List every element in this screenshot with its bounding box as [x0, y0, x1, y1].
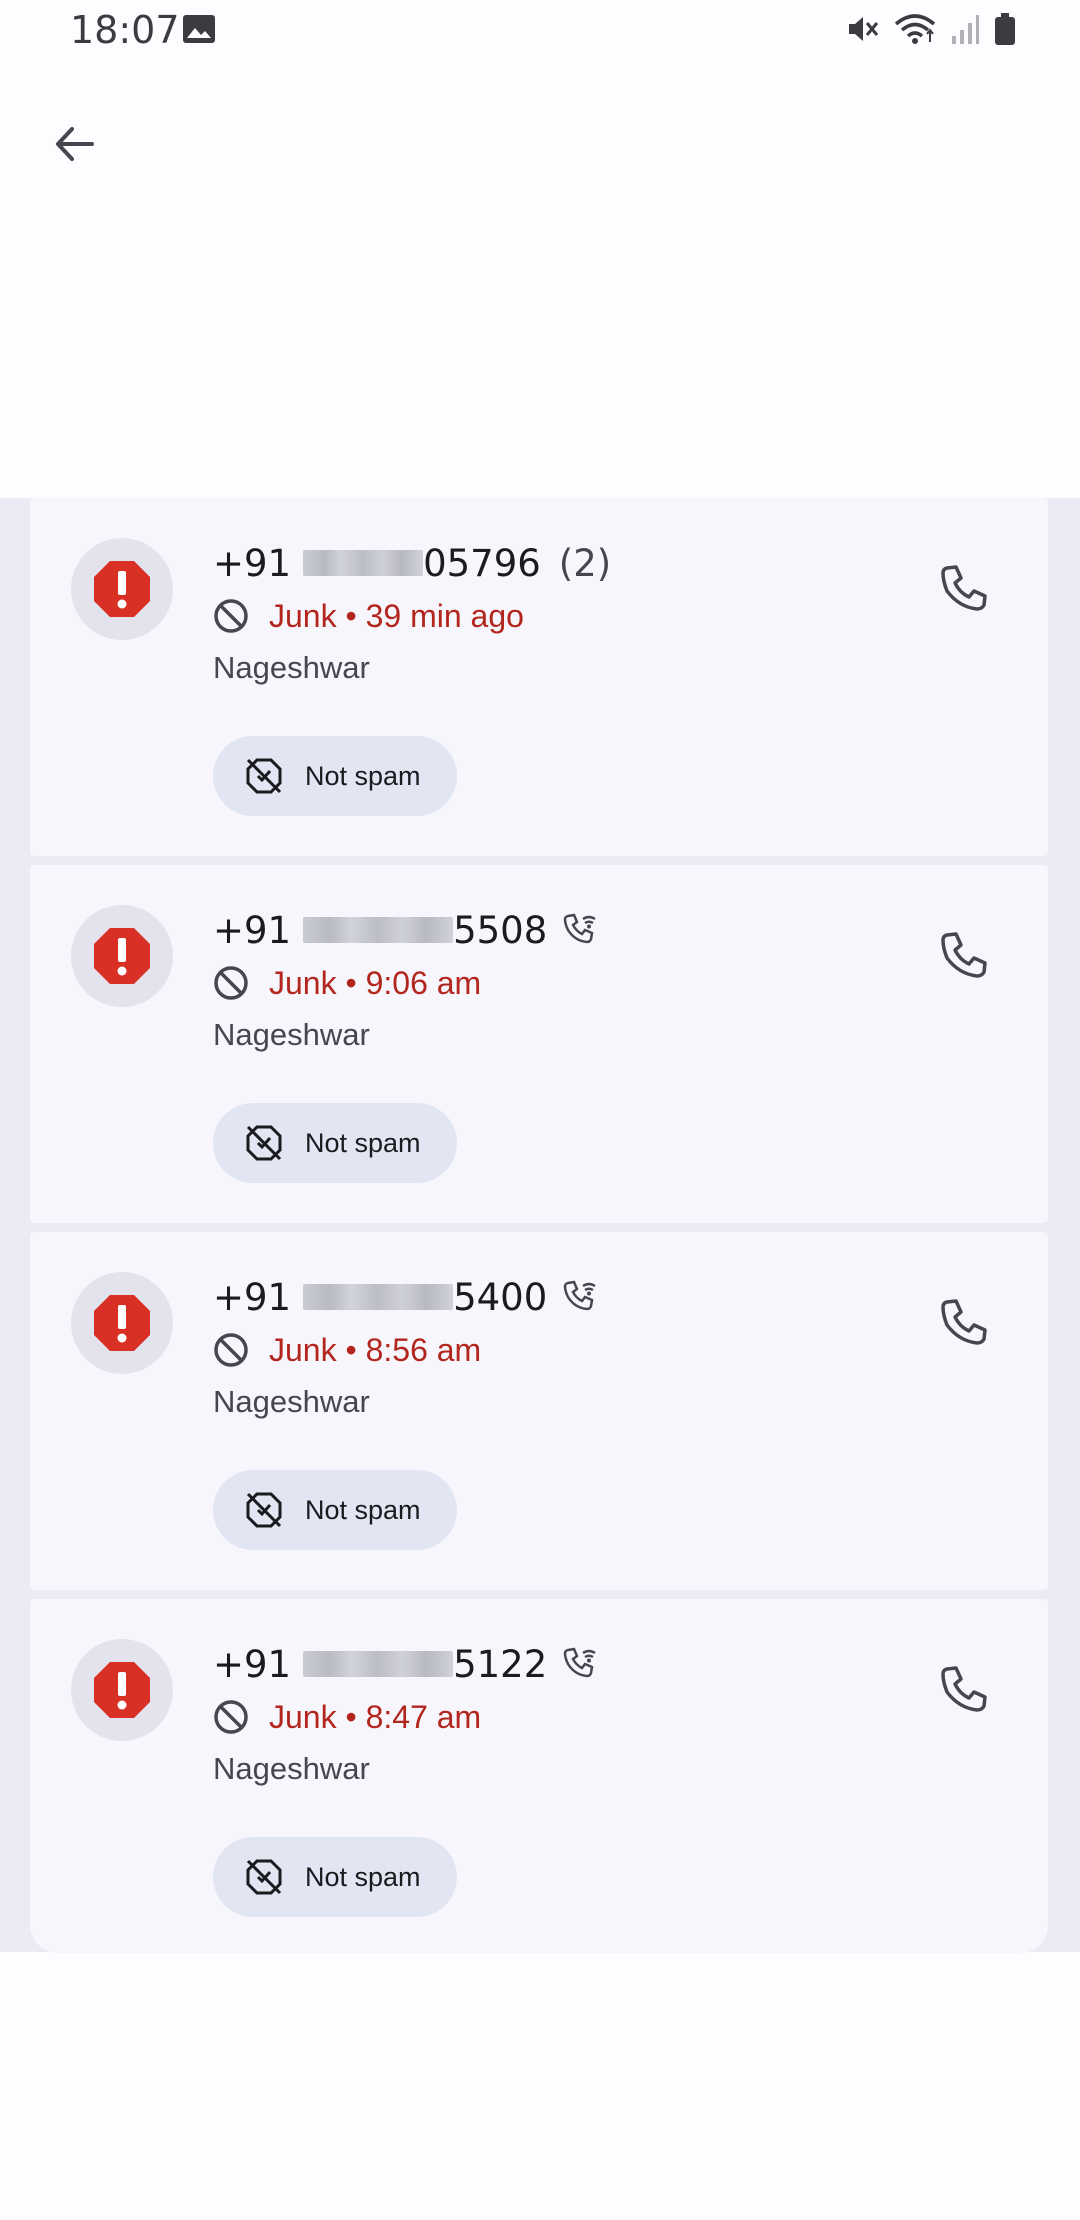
- number-prefix: +91: [213, 908, 292, 952]
- separator: •: [345, 964, 357, 1001]
- spam-avatar: [71, 905, 173, 1007]
- number-suffix: 5122: [453, 1642, 548, 1686]
- phone-icon: [941, 1666, 987, 1712]
- block-icon: [213, 598, 249, 634]
- not-spam-label: Not spam: [305, 1494, 421, 1525]
- call-button[interactable]: [932, 556, 996, 620]
- redacted-digits: [303, 1284, 454, 1310]
- separator: •: [345, 1698, 357, 1735]
- spam-avatar: [71, 538, 173, 640]
- call-time: 8:56 am: [365, 1331, 482, 1368]
- block-icon: [213, 1332, 249, 1368]
- redacted-digits: [303, 917, 454, 943]
- block-icon: [213, 965, 249, 1001]
- call-location: Nageshwar: [213, 1017, 370, 1052]
- phone-icon: [941, 932, 987, 978]
- mute-icon: [849, 17, 879, 41]
- phone-number: +91 5122: [213, 1639, 599, 1689]
- junk-label: Junk: [269, 1331, 337, 1368]
- call-list-item[interactable]: +91 05796 (2) Junk • 39 min ago Nageshwa…: [30, 498, 1048, 856]
- junk-label: Junk: [269, 597, 337, 634]
- call-location: Nageshwar: [213, 1384, 370, 1419]
- signal-icon: [952, 15, 979, 44]
- call-time: 39 min ago: [365, 597, 524, 634]
- junk-label: Junk: [269, 964, 337, 1001]
- alert-icon: [94, 1662, 150, 1718]
- wifi-icon: [894, 14, 936, 44]
- not-spam-button[interactable]: Not spam: [213, 1103, 457, 1183]
- wifi-call-icon: [563, 1646, 599, 1682]
- not-spam-label: Not spam: [305, 1861, 421, 1892]
- not-spam-icon: [245, 1491, 283, 1529]
- number-prefix: +91: [213, 1642, 292, 1686]
- call-location: Nageshwar: [213, 650, 370, 685]
- call-status: Junk • 39 min ago: [213, 594, 524, 638]
- alert-icon: [94, 1295, 150, 1351]
- not-spam-label: Not spam: [305, 760, 421, 791]
- status-bar: 18:07: [0, 0, 1080, 62]
- phone-icon: [941, 565, 987, 611]
- call-button[interactable]: [932, 1290, 996, 1354]
- call-time: 9:06 am: [365, 964, 482, 1001]
- call-status: Junk • 8:56 am: [213, 1328, 481, 1372]
- not-spam-icon: [245, 757, 283, 795]
- redacted-digits: [303, 1651, 454, 1677]
- spam-avatar: [71, 1272, 173, 1374]
- not-spam-label: Not spam: [305, 1127, 421, 1158]
- wifi-call-icon: [563, 912, 599, 948]
- not-spam-icon: [245, 1124, 283, 1162]
- not-spam-button[interactable]: Not spam: [213, 1837, 457, 1917]
- call-list-item[interactable]: +91 5122 Junk • 8:47 am Nageshwar Not sp…: [30, 1599, 1048, 1953]
- call-list-item[interactable]: +91 5400 Junk • 8:56 am Nageshwar Not sp…: [30, 1232, 1048, 1590]
- call-count: (2): [558, 541, 612, 585]
- number-suffix: 05796: [423, 541, 541, 585]
- wifi-call-icon: [563, 1279, 599, 1315]
- number-prefix: +91: [213, 541, 292, 585]
- call-button[interactable]: [932, 923, 996, 987]
- call-status: Junk • 8:47 am: [213, 1695, 481, 1739]
- call-location: Nageshwar: [213, 1751, 370, 1786]
- block-icon: [213, 1699, 249, 1735]
- phone-number: +91 5508: [213, 905, 599, 955]
- arrow-left-icon: [56, 127, 94, 161]
- battery-icon: [995, 13, 1015, 45]
- spam-avatar: [71, 1639, 173, 1741]
- phone-number: +91 5400: [213, 1272, 599, 1322]
- separator: •: [345, 1331, 357, 1368]
- phone-number: +91 05796 (2): [213, 538, 611, 588]
- not-spam-button[interactable]: Not spam: [213, 736, 457, 816]
- number-prefix: +91: [213, 1275, 292, 1319]
- junk-label: Junk: [269, 1698, 337, 1735]
- back-button[interactable]: [42, 112, 106, 176]
- image-icon: [183, 15, 215, 43]
- phone-icon: [941, 1299, 987, 1345]
- not-spam-button[interactable]: Not spam: [213, 1470, 457, 1550]
- alert-icon: [94, 561, 150, 617]
- call-list-item[interactable]: +91 5508 Junk • 9:06 am Nageshwar Not sp…: [30, 865, 1048, 1223]
- call-status: Junk • 9:06 am: [213, 961, 481, 1005]
- status-time: 18:07: [70, 8, 180, 52]
- redacted-digits: [303, 550, 424, 576]
- call-button[interactable]: [932, 1657, 996, 1721]
- alert-icon: [94, 928, 150, 984]
- call-time: 8:47 am: [365, 1698, 482, 1735]
- separator: •: [345, 597, 357, 634]
- number-suffix: 5508: [453, 908, 548, 952]
- not-spam-icon: [245, 1858, 283, 1896]
- number-suffix: 5400: [453, 1275, 548, 1319]
- call-history-list: +91 05796 (2) Junk • 39 min ago Nageshwa…: [0, 498, 1080, 1953]
